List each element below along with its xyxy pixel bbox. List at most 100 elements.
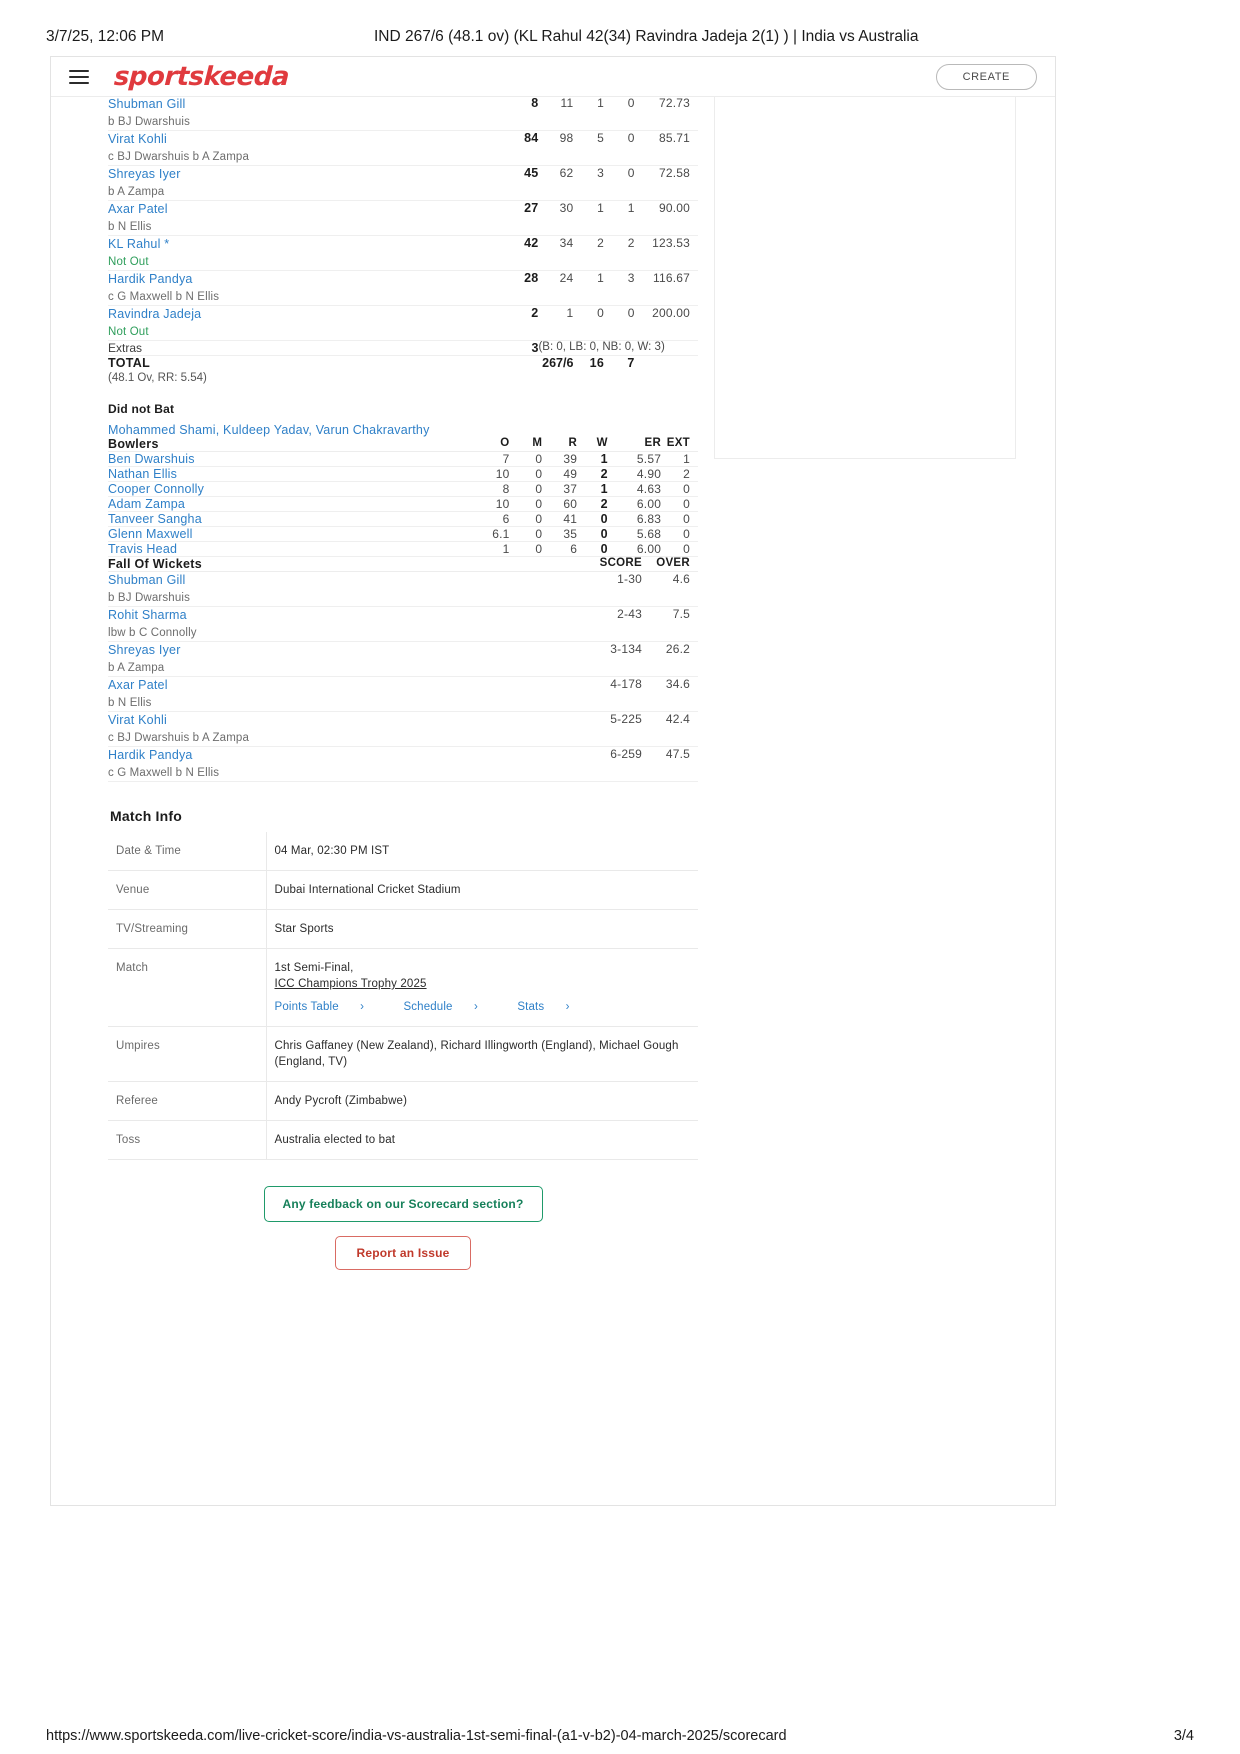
runs: 84 xyxy=(492,130,539,166)
table-row: Nathan Ellis 10 0 49 2 4.90 2 xyxy=(108,466,698,482)
maidens: 0 xyxy=(509,511,543,527)
overs: 8 xyxy=(468,481,510,497)
col-maidens: M xyxy=(509,437,543,452)
fours: 2 xyxy=(573,235,604,271)
overs: 10 xyxy=(468,496,510,512)
dismissal-text: b N Ellis xyxy=(108,221,152,233)
report-issue-button[interactable]: Report an Issue xyxy=(335,1236,471,1270)
bowler-name[interactable]: Adam Zampa xyxy=(108,496,469,512)
bowling-table: Bowlers O M R W ER EXT Ben Dwarshuis 7 0… xyxy=(108,437,698,557)
bowler-name[interactable]: Nathan Ellis xyxy=(108,466,469,482)
col-overs: O xyxy=(468,437,510,452)
chevron-right-icon: › xyxy=(360,1001,365,1013)
batsman-name[interactable]: Ravindra Jadeja xyxy=(108,306,493,322)
runs-conceded: 41 xyxy=(542,511,578,527)
table-row: Ravindra Jadeja Not Out 2 1 0 0 200.00 xyxy=(108,305,698,341)
batsman-name[interactable]: Hardik Pandya xyxy=(108,747,522,763)
label-toss: Toss xyxy=(108,1120,267,1160)
batsman-name[interactable]: Axar Patel xyxy=(108,201,493,217)
runs: 42 xyxy=(492,235,539,271)
batsman-name[interactable]: Virat Kohli xyxy=(108,131,493,147)
economy: 4.90 xyxy=(607,466,662,482)
print-page-number: 3/4 xyxy=(1173,1728,1194,1744)
total-label: TOTAL xyxy=(108,356,151,370)
bowler-name[interactable]: Cooper Connolly xyxy=(108,481,469,497)
bowler-name[interactable]: Ben Dwarshuis xyxy=(108,451,469,467)
dismissal-text: b BJ Dwarshuis xyxy=(108,592,190,604)
batsman-name[interactable]: Rohit Sharma xyxy=(108,607,522,623)
value-toss: Australia elected to bat xyxy=(266,1120,698,1160)
economy: 6.83 xyxy=(607,511,662,527)
extras-detail: (B: 0, LB: 0, NB: 0, W: 3) xyxy=(538,340,698,356)
batsman-name[interactable]: Axar Patel xyxy=(108,677,522,693)
stats-link[interactable]: Stats › xyxy=(517,1001,587,1013)
feedback-button[interactable]: Any feedback on our Scorecard section? xyxy=(263,1186,543,1222)
table-row: Date & Time 04 Mar, 02:30 PM IST xyxy=(108,832,698,871)
table-row: Travis Head 1 0 6 0 6.00 0 xyxy=(108,541,698,557)
table-row: Toss Australia elected to bat xyxy=(108,1120,698,1160)
extras-conceded: 1 xyxy=(661,451,698,467)
bowler-name[interactable]: Tanveer Sangha xyxy=(108,511,469,527)
dismissal-text: b A Zampa xyxy=(108,186,165,198)
print-date: 3/7/25, 12:06 PM xyxy=(46,28,165,45)
table-row: Referee Andy Pycroft (Zimbabwe) xyxy=(108,1081,698,1121)
did-not-bat-players[interactable]: Mohammed Shami, Kuldeep Yadav, Varun Cha… xyxy=(108,423,698,437)
batsman-name[interactable]: Shreyas Iyer xyxy=(108,166,493,182)
dismissal-text: b BJ Dwarshuis xyxy=(108,116,190,128)
extras-conceded: 0 xyxy=(661,496,698,512)
runs-conceded: 6 xyxy=(542,541,578,557)
strike-rate: 90.00 xyxy=(634,200,698,236)
dismissal-text: b A Zampa xyxy=(108,662,165,674)
points-table-link[interactable]: Points Table › xyxy=(275,1001,383,1013)
batsman-name[interactable]: Shubman Gill xyxy=(108,572,522,588)
runs-conceded: 60 xyxy=(542,496,578,512)
batsman-name[interactable]: Shreyas Iyer xyxy=(108,642,522,658)
tournament-link[interactable]: ICC Champions Trophy 2025 xyxy=(275,976,691,992)
fours: 0 xyxy=(573,305,604,341)
value-match: 1st Semi-Final, ICC Champions Trophy 202… xyxy=(266,948,698,1027)
total-sixes: 7 xyxy=(627,356,635,370)
table-row: Glenn Maxwell 6.1 0 35 0 5.68 0 xyxy=(108,526,698,542)
fow-score: 5-225 xyxy=(522,711,642,747)
extras-label: Extras xyxy=(108,340,493,356)
schedule-link[interactable]: Schedule › xyxy=(403,1001,496,1013)
sixes: 0 xyxy=(603,130,635,166)
bowler-name[interactable]: Travis Head xyxy=(108,541,469,557)
batsman-name[interactable]: Shubman Gill xyxy=(108,96,493,112)
fow-over: 47.5 xyxy=(642,746,698,782)
col-over: OVER xyxy=(642,557,698,572)
dismissal-text: c G Maxwell b N Ellis xyxy=(108,767,220,779)
batting-rows: Shubman Gill b BJ Dwarshuis 8 11 1 0 72.… xyxy=(108,96,698,384)
extras-conceded: 0 xyxy=(661,481,698,497)
label-date-time: Date & Time xyxy=(108,832,267,871)
fow-over: 26.2 xyxy=(642,641,698,677)
bowler-name[interactable]: Glenn Maxwell xyxy=(108,526,469,542)
extras-row: Extras 3 (B: 0, LB: 0, NB: 0, W: 3) xyxy=(108,340,698,356)
wickets: 0 xyxy=(577,541,608,557)
batsman-name[interactable]: Hardik Pandya xyxy=(108,271,493,287)
maidens: 0 xyxy=(509,526,543,542)
value-umpires: Chris Gaffaney (New Zealand), Richard Il… xyxy=(266,1026,698,1082)
runs-conceded: 49 xyxy=(542,466,578,482)
batsman-name[interactable]: KL Rahul * xyxy=(108,236,493,252)
sportskeeda-logo[interactable]: sportskeeda xyxy=(113,62,290,92)
total-overs-rr: (48.1 Ov, RR: 5.54) xyxy=(108,372,207,384)
runs: 28 xyxy=(492,270,539,306)
strike-rate: 116.67 xyxy=(634,270,698,306)
wickets: 0 xyxy=(577,511,608,527)
create-button[interactable]: CREATE xyxy=(935,63,1037,90)
label-match: Match xyxy=(108,948,267,1027)
table-row: Axar Patel b N Ellis 4-178 34.6 xyxy=(108,676,698,712)
wickets: 0 xyxy=(577,526,608,542)
dismissal-text: c BJ Dwarshuis b A Zampa xyxy=(108,732,250,744)
extras-conceded: 0 xyxy=(661,511,698,527)
chevron-right-icon: › xyxy=(565,1001,570,1013)
overs: 6 xyxy=(468,511,510,527)
scorecard-content: Shubman Gill b BJ Dwarshuis 8 11 1 0 72.… xyxy=(108,96,698,1270)
runs: 2 xyxy=(492,305,539,341)
batsman-name[interactable]: Virat Kohli xyxy=(108,712,522,728)
hamburger-icon[interactable] xyxy=(69,69,89,84)
fours: 5 xyxy=(573,130,604,166)
strike-rate: 85.71 xyxy=(634,130,698,166)
fow-over: 7.5 xyxy=(642,606,698,642)
